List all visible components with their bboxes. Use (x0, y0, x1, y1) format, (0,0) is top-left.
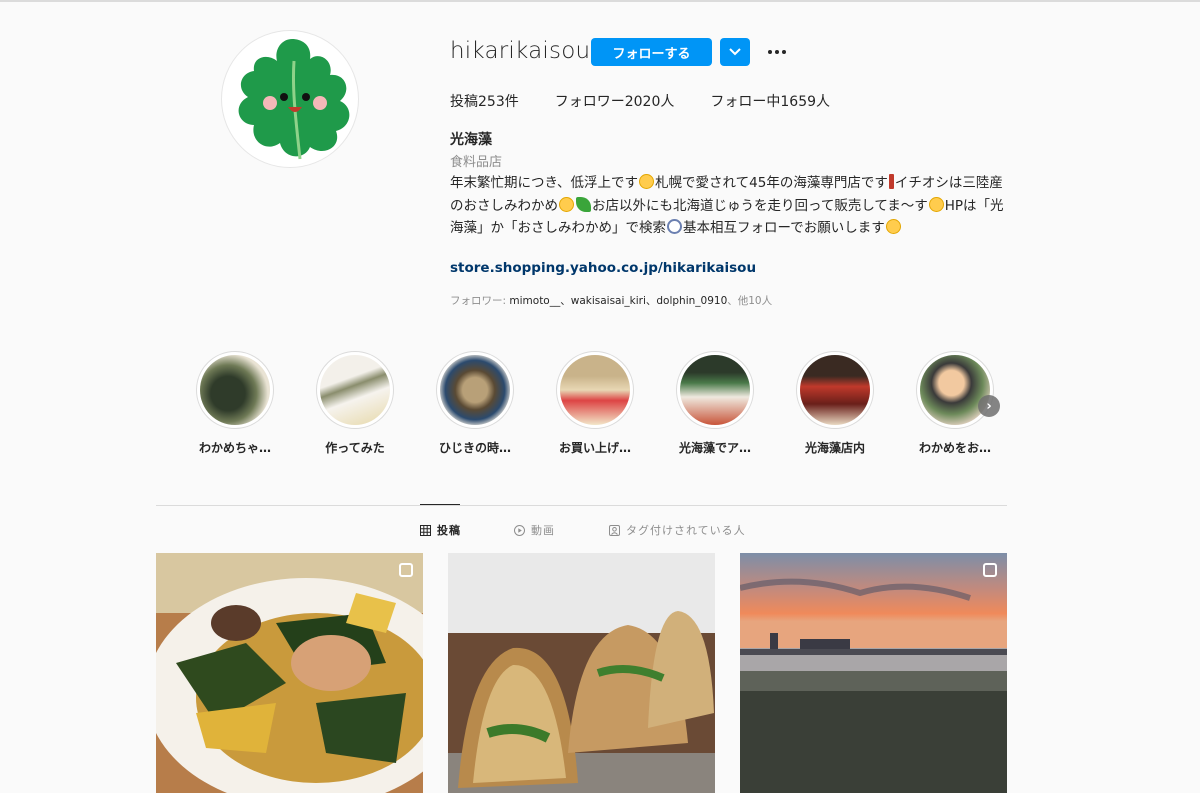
leaf-emoji-icon (576, 196, 591, 212)
tab-tagged[interactable]: タグ付けされている人 (609, 522, 746, 538)
highlight-label: お買い上げ… (558, 441, 631, 455)
highlight-cover (320, 355, 390, 425)
chevron-down-icon (729, 48, 741, 56)
chevron-right-icon[interactable]: › (978, 395, 1000, 417)
highlight-item[interactable]: 作ってみた (305, 351, 405, 456)
display-name: 光海藻 (450, 132, 492, 148)
follow-button[interactable]: フォローする (591, 38, 712, 66)
highlight-label: 作ってみた (325, 441, 385, 455)
bio-part: お店以外にも北海道じゅうを走り回って販売してま〜す (592, 197, 928, 214)
highlight-label: わかめちゃ… (198, 441, 271, 455)
play-icon (514, 524, 525, 536)
post-thumbnail[interactable] (156, 553, 423, 793)
highlight-cover (800, 355, 870, 425)
highlight-item[interactable]: わかめちゃ… (185, 351, 285, 456)
post-thumbnail[interactable] (448, 553, 715, 793)
highlight-label: わかめをお… (918, 441, 991, 455)
tab-posts[interactable]: 投稿 (420, 522, 461, 538)
followed-by-suffix: 、他10人 (727, 295, 773, 307)
highlight-cover (200, 355, 270, 425)
grid-icon (420, 524, 431, 536)
tab-videos[interactable]: 動画 (514, 522, 555, 538)
highlight-cover (920, 355, 990, 425)
top-divider (0, 0, 1200, 2)
highlight-item[interactable]: 光海藻店内 (785, 351, 885, 456)
highlight-cover (440, 355, 510, 425)
highlight-label: ひじきの時… (438, 441, 511, 455)
followed-by-names: mimoto__、wakisaisai_kiri、dolphin_0910 (509, 295, 728, 307)
followed-by-prefix: フォロワー: (450, 295, 510, 307)
magnifier-emoji-icon (667, 219, 682, 234)
followed-by[interactable]: フォロワー: mimoto__、wakisaisai_kiri、dolphin_… (450, 293, 772, 308)
smile-emoji-icon (559, 196, 574, 212)
tab-label: 投稿 (437, 524, 461, 537)
story-highlights: わかめちゃ… 作ってみた ひじきの時… お買い上げ… 光海藻でア… 光海藻店内 … (185, 351, 1015, 461)
post-thumbnail[interactable] (740, 553, 1007, 793)
highlight-label: 光海藻でア… (678, 441, 751, 455)
smile-emoji-icon (885, 219, 901, 234)
carousel-icon (983, 563, 997, 577)
category-label: 食料品店 (450, 155, 503, 170)
bio-part: 基本相互フォローでお願いします (683, 220, 885, 236)
active-tab-indicator (420, 504, 460, 505)
followers-count[interactable]: フォロワー2020人 (555, 91, 675, 111)
bio-text: 年末繁忙期につき、低浮上です 札幌で愛されて45年の海藻専門店です イチオシは三陸産… (450, 172, 1010, 240)
highlight-cover (680, 355, 750, 425)
tab-divider (156, 505, 1007, 506)
highlight-label: 光海藻店内 (804, 441, 865, 455)
tab-label: 動画 (531, 524, 555, 537)
username: hikarikaisou (450, 38, 591, 64)
tag-icon (609, 524, 620, 536)
highlight-cover (560, 355, 630, 425)
exclamation-emoji-icon (888, 174, 894, 189)
highlight-item[interactable]: 光海藻でア… (665, 351, 765, 456)
profile-stats: 投稿253件 フォロワー2020人 フォロー中1659人 (450, 91, 866, 111)
more-options-icon[interactable] (764, 40, 790, 64)
grin-emoji-icon (639, 174, 655, 189)
hugging-emoji-icon (928, 196, 944, 212)
carousel-icon (399, 563, 413, 577)
profile-avatar[interactable] (221, 30, 359, 168)
following-count[interactable]: フォロー中1659人 (710, 91, 830, 111)
tab-label: タグ付けされている人 (626, 524, 746, 537)
highlight-item[interactable]: お買い上げ… (545, 351, 645, 456)
bio-part: 札幌で愛されて45年の海藻専門店です (655, 175, 888, 191)
suggested-accounts-button[interactable] (720, 38, 750, 66)
bio-part: 年末繁忙期につき、低浮上です (450, 175, 639, 191)
posts-count: 投稿253件 (450, 94, 519, 110)
website-link[interactable]: store.shopping.yahoo.co.jp/hikarikaisou (450, 260, 756, 276)
highlight-item[interactable]: ひじきの時… (425, 351, 525, 456)
